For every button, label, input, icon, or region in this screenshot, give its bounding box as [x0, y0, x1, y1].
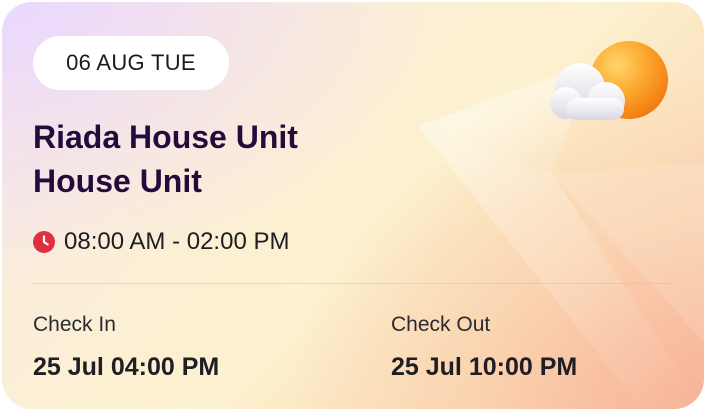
- property-title: Riada House Unit House Unit: [33, 115, 453, 203]
- date-badge: 06 AUG TUE: [33, 36, 229, 90]
- booking-card[interactable]: 06 AUG TUE Riada House Unit House Unit 0…: [2, 2, 704, 409]
- check-in-label: Check In: [33, 313, 116, 336]
- date-label: 06 AUG TUE: [66, 50, 196, 75]
- time-range-row: 08:00 AM - 02:00 PM: [33, 225, 289, 259]
- time-range: 08:00 AM - 02:00 PM: [64, 228, 290, 255]
- property-title-line1: Riada House Unit: [33, 119, 298, 155]
- check-out-value: 25 Jul 10:00 PM: [391, 353, 578, 381]
- property-title-line2: House Unit: [33, 163, 202, 199]
- check-out-section: Check Out 25 Jul 10:00 PM: [391, 312, 577, 382]
- divider: [33, 283, 675, 284]
- check-in-value: 25 Jul 04:00 PM: [33, 353, 220, 381]
- sun-cloud-icon: [550, 41, 668, 120]
- check-in-section: Check In 25 Jul 04:00 PM: [33, 312, 219, 382]
- clock-icon: [33, 231, 55, 253]
- check-out-label: Check Out: [391, 313, 491, 336]
